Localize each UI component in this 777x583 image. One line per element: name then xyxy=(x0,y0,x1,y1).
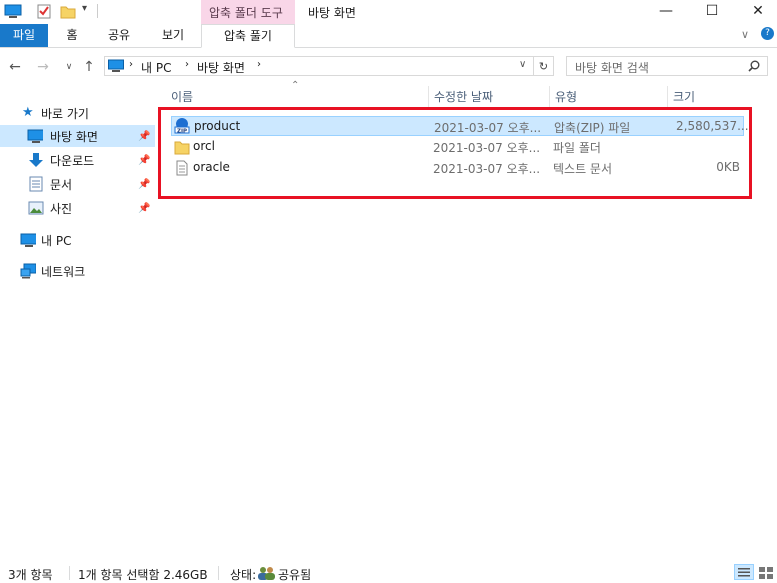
up-arrow-icon[interactable]: ↑ xyxy=(80,58,98,76)
close-button[interactable]: ✕ xyxy=(735,0,777,22)
navigation-pane: ★ 바로 가기 바탕 화면 📌 다운로드 📌 문서 📌 사진 📌 내 PC 네트… xyxy=(0,100,155,300)
status-selection: 1개 항목 선택함 2.46GB xyxy=(78,568,208,582)
nav-item-documents[interactable]: 문서 📌 xyxy=(0,173,155,195)
nav-quick-access[interactable]: ★ 바로 가기 xyxy=(0,102,155,124)
properties-icon[interactable] xyxy=(36,3,52,19)
tab-file[interactable]: 파일 xyxy=(0,24,48,47)
pin-icon[interactable]: 📌 xyxy=(138,155,150,166)
back-arrow-icon[interactable]: ← xyxy=(6,58,24,76)
nav-network[interactable]: 네트워크 xyxy=(0,260,155,282)
divider xyxy=(69,566,70,580)
star-icon: ★ xyxy=(22,105,34,120)
ribbon-tabs: 파일 홈 공유 보기 압축 풀기 ∨ ? xyxy=(0,24,777,48)
nav-label: 내 PC xyxy=(41,233,72,248)
breadcrumb-separator-icon[interactable]: › xyxy=(129,59,133,70)
pin-icon[interactable]: 📌 xyxy=(138,203,150,214)
nav-item-downloads[interactable]: 다운로드 📌 xyxy=(0,149,155,171)
shared-users-icon xyxy=(258,567,275,580)
nav-label: 다운로드 xyxy=(50,153,95,168)
customize-qa-chevron-icon[interactable]: ▾ xyxy=(82,3,87,14)
context-tab-group: 압축 폴더 도구 xyxy=(201,0,295,24)
details-view-icon[interactable] xyxy=(734,564,754,580)
refresh-icon: ↻ xyxy=(538,59,549,73)
breadcrumb-separator-icon[interactable]: › xyxy=(185,59,189,70)
refresh-button[interactable]: ↻ xyxy=(534,56,554,76)
column-header-size[interactable]: 크기 xyxy=(667,86,767,108)
nav-label: 네트워크 xyxy=(41,264,86,279)
nav-label: 바탕 화면 xyxy=(50,129,98,144)
column-header-type[interactable]: 유형 xyxy=(549,86,667,108)
nav-item-desktop[interactable]: 바탕 화면 📌 xyxy=(0,125,155,147)
expand-ribbon-chevron-icon[interactable]: ∨ xyxy=(741,28,749,41)
column-header-name[interactable]: 이름 xyxy=(166,86,428,108)
maximize-button[interactable]: ☐ xyxy=(689,0,735,22)
search-icon xyxy=(748,60,760,72)
desktop-icon xyxy=(27,129,43,143)
breadcrumb-separator-icon[interactable]: › xyxy=(257,59,261,70)
nav-label: 바로 가기 xyxy=(41,106,89,121)
nav-label: 문서 xyxy=(50,177,73,192)
pictures-icon xyxy=(28,201,44,215)
help-icon[interactable]: ? xyxy=(761,27,774,40)
status-state-label: 상태: xyxy=(230,568,257,582)
divider xyxy=(218,566,219,580)
quick-access-desktop-icon[interactable] xyxy=(4,3,22,19)
download-icon xyxy=(29,153,43,167)
document-icon xyxy=(29,176,43,192)
minimize-button[interactable]: — xyxy=(643,0,689,22)
status-item-count: 3개 항목 xyxy=(8,568,53,582)
new-folder-icon[interactable] xyxy=(60,3,76,19)
divider xyxy=(97,4,98,18)
tab-extract[interactable]: 압축 풀기 xyxy=(201,24,295,48)
this-pc-icon xyxy=(20,233,36,247)
forward-arrow-icon[interactable]: → xyxy=(34,58,52,76)
tab-share[interactable]: 공유 xyxy=(102,24,136,47)
search-input[interactable]: 바탕 화면 검색 xyxy=(566,56,768,76)
search-placeholder: 바탕 화면 검색 xyxy=(575,61,649,75)
highlight-box xyxy=(158,107,752,199)
nav-this-pc[interactable]: 내 PC xyxy=(0,229,155,251)
address-bar[interactable]: › 내 PC › 바탕 화면 › ∨ xyxy=(104,56,534,76)
breadcrumb-desktop[interactable]: 바탕 화면 xyxy=(197,59,245,76)
window-title: 바탕 화면 xyxy=(308,6,356,20)
network-icon xyxy=(20,263,36,279)
status-state-value: 공유됨 xyxy=(278,568,312,582)
context-tab-group-label: 압축 폴더 도구 xyxy=(209,6,283,20)
nav-label: 사진 xyxy=(50,201,73,216)
nav-item-pictures[interactable]: 사진 📌 xyxy=(0,197,155,219)
recent-locations-chevron-icon[interactable]: ∨ xyxy=(60,58,78,76)
large-icons-view-icon[interactable] xyxy=(757,564,775,580)
pin-icon[interactable]: 📌 xyxy=(138,179,150,190)
breadcrumb-this-pc[interactable]: 내 PC xyxy=(141,59,171,76)
tab-view[interactable]: 보기 xyxy=(156,24,190,47)
this-pc-icon xyxy=(108,59,124,72)
column-header-date[interactable]: 수정한 날짜 xyxy=(428,86,549,108)
address-history-chevron-icon[interactable]: ∨ xyxy=(519,59,526,70)
pin-icon[interactable]: 📌 xyxy=(138,131,150,142)
tab-home[interactable]: 홈 xyxy=(57,24,87,47)
